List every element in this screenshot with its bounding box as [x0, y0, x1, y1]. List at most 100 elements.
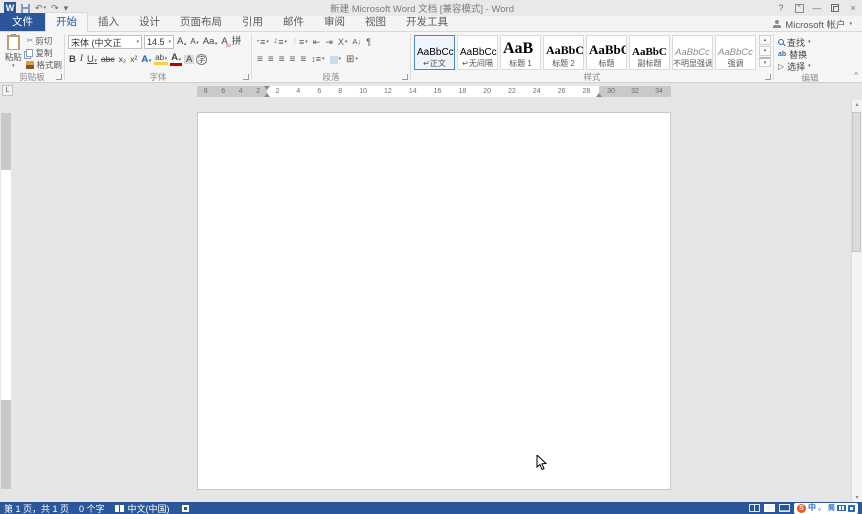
tab-design[interactable]: 设计: [129, 13, 170, 31]
phonetic-guide-button[interactable]: 拼: [231, 37, 243, 47]
character-shading-button[interactable]: A: [184, 55, 194, 65]
help-button[interactable]: ?: [776, 3, 786, 13]
ime-traditional-button[interactable]: 简: [828, 505, 835, 512]
styles-scroll-up-button[interactable]: ▴: [759, 35, 771, 45]
line-spacing-button[interactable]: ↕≡▾: [309, 53, 326, 66]
styles-scroll-down-button[interactable]: ▾: [759, 46, 771, 56]
tab-review[interactable]: 审阅: [314, 13, 355, 31]
ime-mode-button[interactable]: 中: [808, 504, 816, 512]
tab-references[interactable]: 引用: [232, 13, 273, 31]
asian-layout-button[interactable]: X▾: [336, 36, 350, 49]
ime-toolbar: S 中 。 简: [794, 503, 858, 514]
document-page[interactable]: [197, 112, 671, 490]
sogou-logo-icon[interactable]: S: [797, 504, 806, 513]
font-size-combo[interactable]: 14.5▾: [144, 35, 174, 49]
style-subtitle[interactable]: AaBbC副标题: [629, 35, 670, 70]
style-title[interactable]: AaBbC标题: [586, 35, 627, 70]
enclose-characters-button[interactable]: 字: [196, 54, 207, 65]
ime-toolbox-icon[interactable]: [848, 505, 855, 512]
scroll-up-icon[interactable]: ▴: [855, 101, 858, 108]
horizontal-ruler[interactable]: 8642 246810121416182022242628 303234: [197, 86, 671, 97]
tab-home[interactable]: 开始: [45, 12, 88, 32]
subscript-button[interactable]: x₂: [118, 55, 128, 64]
account-button[interactable]: Microsoft 帐户 ▾: [773, 17, 862, 31]
close-button[interactable]: ×: [848, 3, 858, 13]
format-painter-button[interactable]: 格式刷: [26, 59, 62, 70]
first-line-indent-marker[interactable]: [264, 86, 270, 90]
align-left-button[interactable]: ≡: [255, 53, 265, 66]
tab-stop-selector[interactable]: L: [2, 85, 13, 96]
shrink-font-button[interactable]: A▾: [189, 38, 199, 46]
style-heading-1[interactable]: AaB标题 1: [500, 35, 541, 70]
language-indicator[interactable]: 中文(中国): [128, 502, 170, 514]
sort-button[interactable]: A↓: [350, 36, 363, 49]
style-subtle-emphasis[interactable]: AaBbCc不明显强调: [672, 35, 713, 70]
tab-page-layout[interactable]: 页面布局: [170, 13, 232, 31]
numbering-button[interactable]: 1≡▾: [272, 36, 289, 49]
right-indent-marker[interactable]: [596, 93, 602, 97]
increase-indent-button[interactable]: ⇥: [323, 36, 335, 49]
grow-font-button[interactable]: A▴: [176, 37, 187, 47]
change-case-button[interactable]: Aa▾: [202, 37, 219, 47]
borders-button[interactable]: ⊞▾: [344, 53, 360, 66]
justify-button[interactable]: ≡: [288, 53, 298, 66]
underline-button[interactable]: U▾: [86, 55, 98, 65]
macro-record-icon[interactable]: [182, 505, 189, 512]
text-effects-button[interactable]: A▾: [140, 55, 152, 65]
bold-button[interactable]: B: [68, 55, 77, 65]
print-layout-button[interactable]: [764, 504, 775, 512]
style-emphasis[interactable]: AaBbCc强调: [715, 35, 756, 70]
tab-insert[interactable]: 插入: [88, 13, 129, 31]
vertical-ruler[interactable]: [1, 113, 11, 489]
show-hide-marks-button[interactable]: ¶: [364, 36, 373, 49]
style-normal[interactable]: AaBbCc↵正文: [414, 35, 455, 70]
highlight-color-button[interactable]: ab▾: [154, 54, 168, 65]
hanging-indent-marker[interactable]: [264, 93, 270, 97]
distribute-button[interactable]: ≡: [298, 53, 308, 66]
tab-mailings[interactable]: 邮件: [273, 13, 314, 31]
copy-button[interactable]: 复制: [26, 47, 62, 58]
shading-button[interactable]: ▾: [328, 53, 344, 66]
decrease-indent-button[interactable]: ⇤: [311, 36, 323, 49]
minimize-button[interactable]: —: [812, 3, 822, 13]
clear-formatting-button[interactable]: A: [220, 37, 228, 47]
align-right-button[interactable]: ≡: [277, 53, 287, 66]
style-no-spacing[interactable]: AaBbCc↵无间隔: [457, 35, 498, 70]
word-count[interactable]: 0 个字: [79, 502, 105, 514]
font-color-button[interactable]: A▾: [170, 53, 182, 66]
font-name-combo[interactable]: 宋体 (中文正▾: [68, 35, 142, 49]
proofing-icon[interactable]: [115, 505, 124, 512]
find-button[interactable]: 查找▾: [774, 36, 846, 48]
web-layout-button[interactable]: [779, 504, 790, 512]
replace-button[interactable]: ab替换: [774, 48, 846, 60]
paste-button[interactable]: 粘贴 ▾: [2, 35, 24, 70]
multilevel-list-button[interactable]: ⋮≡▾: [290, 36, 310, 49]
tab-view[interactable]: 视图: [355, 13, 396, 31]
keyboard-icon[interactable]: [837, 505, 846, 511]
strikethrough-button[interactable]: abc: [100, 55, 116, 64]
paragraph-dialog-launcher[interactable]: [402, 74, 408, 80]
align-center-button[interactable]: ≡: [266, 53, 276, 66]
italic-button[interactable]: I: [79, 55, 84, 65]
read-mode-button[interactable]: [749, 504, 760, 512]
superscript-button[interactable]: x²: [129, 55, 138, 64]
styles-more-button[interactable]: ▾: [759, 57, 771, 67]
scroll-down-icon[interactable]: ▾: [855, 494, 858, 501]
bullets-button[interactable]: •≡▾: [255, 36, 271, 49]
styles-dialog-launcher[interactable]: [765, 74, 771, 80]
restore-button[interactable]: [830, 4, 840, 12]
tab-developer[interactable]: 开发工具: [396, 13, 458, 31]
clipboard-dialog-launcher[interactable]: [56, 74, 62, 80]
select-button[interactable]: ▷选择▾: [774, 60, 846, 72]
save-button[interactable]: [21, 4, 30, 13]
chevron-down-icon: ▾: [345, 40, 348, 45]
font-dialog-launcher[interactable]: [243, 74, 249, 80]
collapse-ribbon-button[interactable]: ^: [854, 71, 858, 80]
scrollbar-thumb[interactable]: [852, 112, 861, 252]
style-heading-2[interactable]: AaBbC标题 2: [543, 35, 584, 70]
cut-button[interactable]: ✂剪切: [26, 35, 62, 46]
ime-punctuation-button[interactable]: 。: [818, 504, 826, 512]
tab-file[interactable]: 文件: [0, 13, 45, 31]
page-indicator[interactable]: 第 1 页，共 1 页: [4, 502, 69, 514]
ribbon-display-options-button[interactable]: ^: [794, 4, 804, 13]
